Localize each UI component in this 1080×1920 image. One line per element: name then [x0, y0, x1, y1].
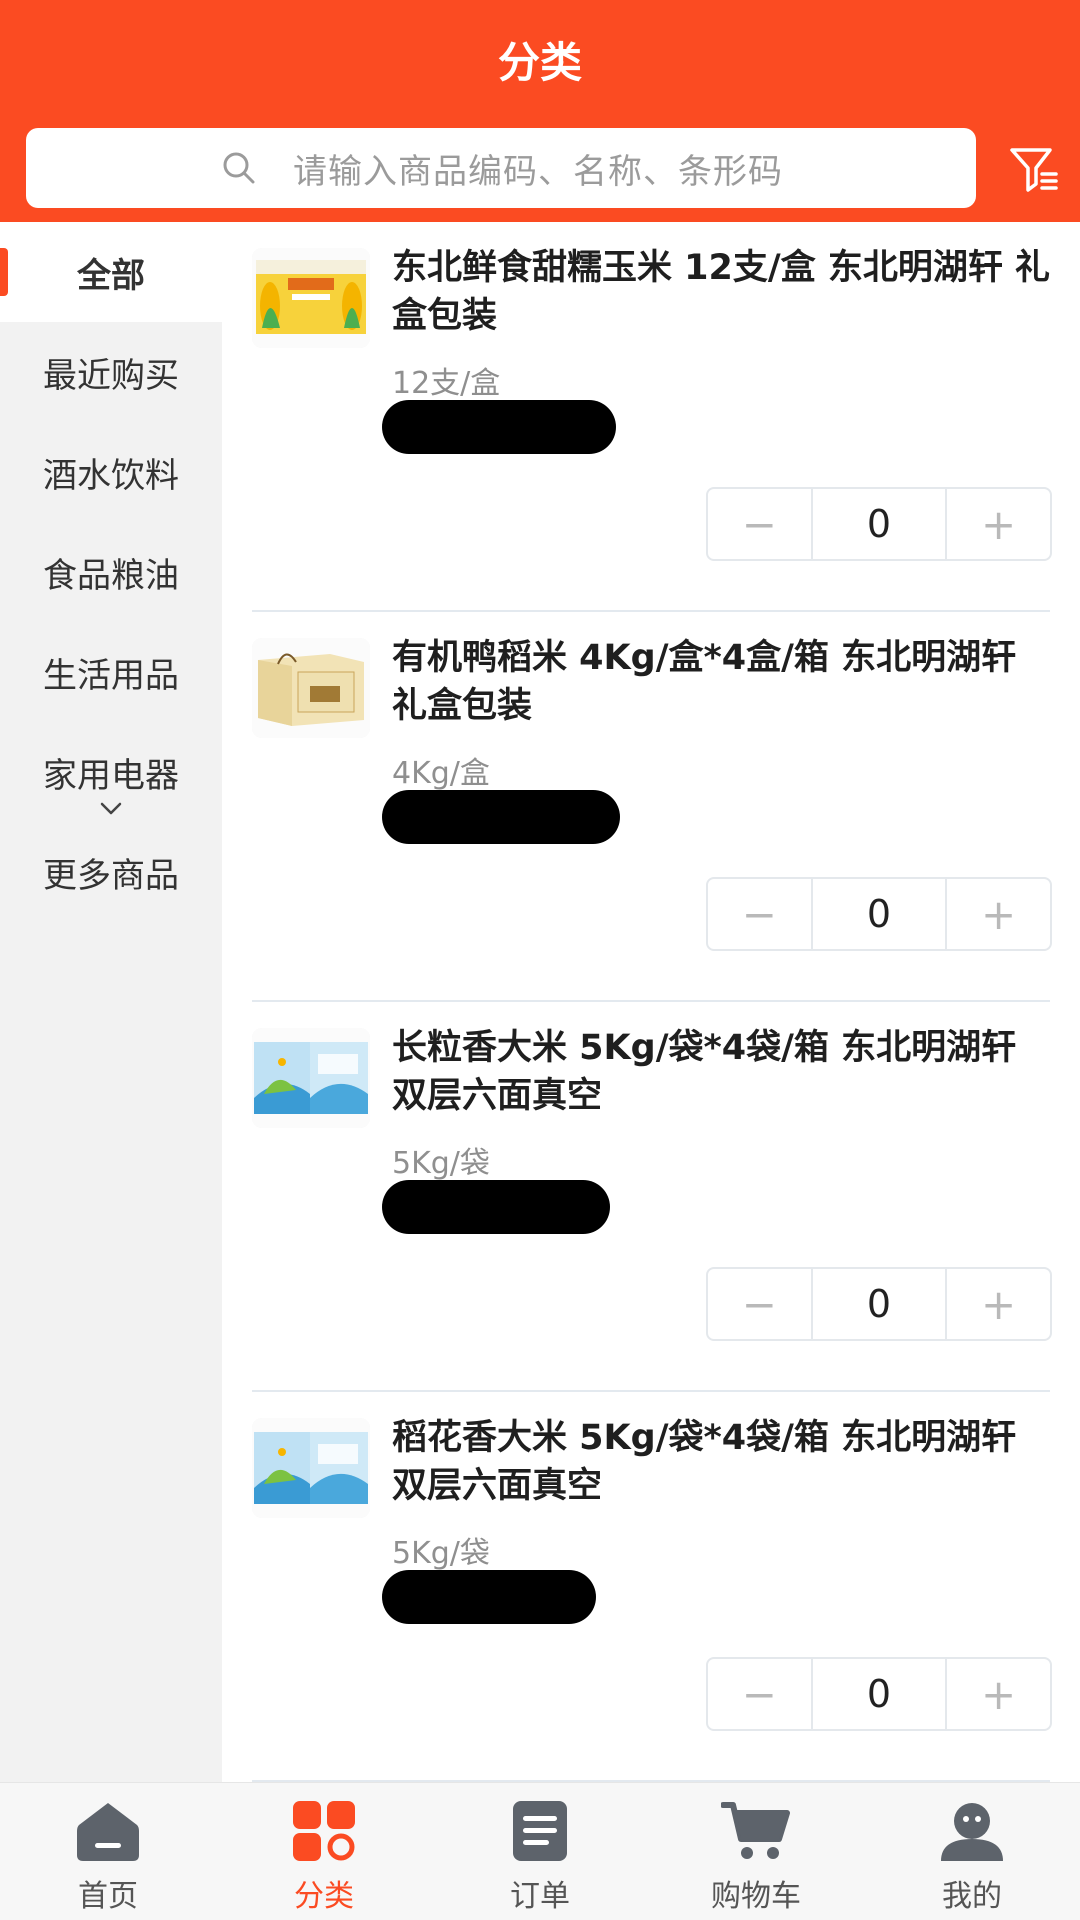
- decrement-button[interactable]: −: [708, 879, 811, 949]
- sidebar-item-daily[interactable]: 生活用品: [0, 622, 222, 722]
- quantity-stepper: − 0 +: [706, 1657, 1052, 1731]
- product-card[interactable]: 长粒香大米 5Kg/袋*4袋/箱 东北明湖轩 双层六面真空 5Kg/袋 − 0 …: [252, 1002, 1052, 1392]
- product-name[interactable]: 稻花香大米 5Kg/袋*4袋/箱 东北明湖轩 双层六面真空: [392, 1414, 1052, 1510]
- increment-button[interactable]: +: [947, 1269, 1050, 1339]
- quantity-value[interactable]: 0: [810, 879, 948, 949]
- product-card[interactable]: 稻花香大米 5Kg/袋*4袋/箱 东北明湖轩 双层六面真空 5Kg/袋 − 0 …: [252, 1392, 1052, 1782]
- quantity-value[interactable]: 0: [810, 1269, 948, 1339]
- profile-icon: [941, 1803, 1003, 1861]
- product-name[interactable]: 东北鲜食甜糯玉米 12支/盒 东北明湖轩 礼盒包装: [392, 244, 1052, 340]
- search-placeholder: 请输入商品编码、名称、条形码: [293, 151, 783, 192]
- quantity-stepper: − 0 +: [706, 487, 1052, 561]
- increment-button[interactable]: +: [947, 489, 1050, 559]
- nav-orders[interactable]: 订单: [432, 1783, 648, 1920]
- sidebar-item-label: 更多商品: [43, 855, 179, 896]
- product-spec: 5Kg/袋: [392, 1146, 490, 1181]
- sidebar-item-label: 酒水饮料: [43, 455, 179, 496]
- category-sidebar: 全部 最近购买 酒水饮料 食品粮油 生活用品 家用电器 更多商品: [0, 222, 222, 1782]
- price-redacted: [382, 400, 616, 454]
- increment-button[interactable]: +: [947, 879, 1050, 949]
- nav-label: 购物车: [711, 1879, 801, 1914]
- nav-label: 分类: [294, 1879, 354, 1914]
- nav-label: 我的: [942, 1879, 1002, 1914]
- app-screen: 分类 请输入商品编码、名称、条形码 全部 最近购买 酒水饮料 食品粮油 生活用品…: [0, 0, 1080, 1920]
- category-icon: [293, 1801, 355, 1861]
- product-spec: 5Kg/袋: [392, 1536, 490, 1571]
- nav-label: 订单: [510, 1879, 570, 1914]
- price-redacted: [382, 1180, 610, 1234]
- cart-icon: [721, 1802, 790, 1859]
- chevron-down-icon[interactable]: [99, 802, 123, 816]
- sidebar-item-all[interactable]: 全部: [0, 222, 222, 322]
- product-list: 东北鲜食甜糯玉米 12支/盒 东北明湖轩 礼盒包装 12支/盒 − 0 + 有机…: [222, 222, 1080, 1782]
- quantity-stepper: − 0 +: [706, 877, 1052, 951]
- quantity-stepper: − 0 +: [706, 1267, 1052, 1341]
- product-card[interactable]: 东北鲜食甜糯玉米 12支/盒 东北明湖轩 礼盒包装 12支/盒 − 0 +: [252, 222, 1052, 612]
- quantity-value[interactable]: 0: [810, 1659, 948, 1729]
- product-spec: 12支/盒: [392, 366, 501, 401]
- search-input[interactable]: 请输入商品编码、名称、条形码: [26, 128, 976, 208]
- header: 分类 请输入商品编码、名称、条形码: [0, 0, 1080, 222]
- filter-icon[interactable]: [1008, 144, 1060, 196]
- price-redacted: [382, 1570, 596, 1624]
- search-icon: [223, 152, 255, 184]
- rice-gift-box-image[interactable]: [252, 638, 370, 738]
- sidebar-item-label: 生活用品: [43, 655, 179, 696]
- active-indicator: [0, 248, 8, 296]
- nav-category[interactable]: 分类: [216, 1783, 432, 1920]
- order-icon: [513, 1801, 567, 1861]
- increment-button[interactable]: +: [947, 1659, 1050, 1729]
- sidebar-item-label: 家用电器: [43, 755, 179, 796]
- page-title: 分类: [497, 38, 582, 87]
- nav-cart[interactable]: 购物车: [648, 1783, 864, 1920]
- nav-home[interactable]: 首页: [0, 1783, 216, 1920]
- corn-box-image[interactable]: [252, 248, 370, 348]
- sidebar-item-label: 最近购买: [43, 355, 179, 396]
- product-name[interactable]: 长粒香大米 5Kg/袋*4袋/箱 东北明湖轩 双层六面真空: [392, 1024, 1052, 1120]
- nav-label: 首页: [78, 1879, 138, 1914]
- product-spec: 4Kg/盒: [392, 756, 490, 791]
- price-redacted: [382, 790, 620, 844]
- decrement-button[interactable]: −: [708, 489, 811, 559]
- sidebar-item-more[interactable]: 更多商品: [0, 822, 222, 922]
- sidebar-item-drinks[interactable]: 酒水饮料: [0, 422, 222, 522]
- sidebar-item-recent[interactable]: 最近购买: [0, 322, 222, 422]
- sidebar-item-food[interactable]: 食品粮油: [0, 522, 222, 622]
- product-card[interactable]: 有机鸭稻米 4Kg/盒*4盒/箱 东北明湖轩 礼盒包装 4Kg/盒 − 0 +: [252, 612, 1052, 1002]
- decrement-button[interactable]: −: [708, 1659, 811, 1729]
- product-name[interactable]: 有机鸭稻米 4Kg/盒*4盒/箱 东北明湖轩 礼盒包装: [392, 634, 1052, 730]
- home-icon: [77, 1803, 139, 1861]
- nav-profile[interactable]: 我的: [864, 1783, 1080, 1920]
- sidebar-item-label: 全部: [77, 255, 145, 296]
- rice-bag-image[interactable]: [252, 1418, 370, 1518]
- quantity-value[interactable]: 0: [810, 489, 948, 559]
- decrement-button[interactable]: −: [708, 1269, 811, 1339]
- rice-bag-image[interactable]: [252, 1028, 370, 1128]
- sidebar-item-label: 食品粮油: [43, 555, 179, 596]
- bottom-nav: 首页 分类 订单 购物车 我的: [0, 1782, 1080, 1920]
